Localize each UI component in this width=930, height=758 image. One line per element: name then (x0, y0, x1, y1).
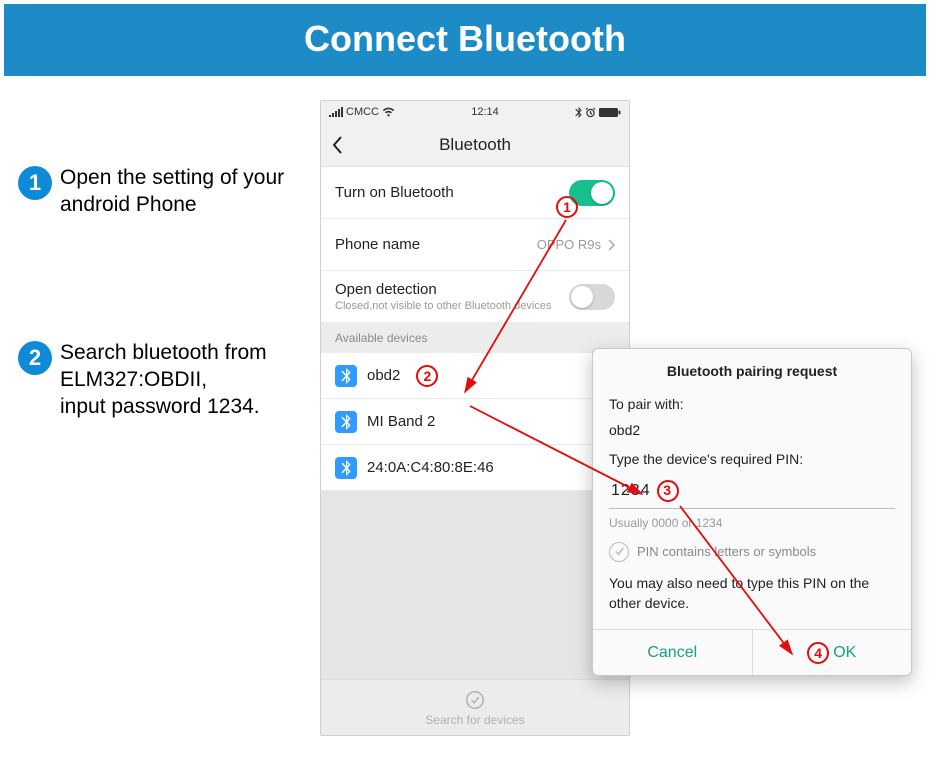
ok-button[interactable]: 4 OK (752, 630, 912, 675)
settings-list: Turn on Bluetooth Phone name OPPO R9s Op… (321, 167, 629, 323)
pin-input[interactable]: 1234 3 (609, 476, 895, 509)
battery-icon (599, 107, 621, 118)
nav-bar: Bluetooth (321, 123, 629, 167)
phone-empty-area (321, 491, 629, 679)
wifi-icon (382, 107, 395, 117)
step-number-badge: 1 (18, 166, 52, 200)
device-row-miband[interactable]: MI Band 2 (321, 399, 629, 445)
dialog-note: You may also need to type this PIN on th… (609, 574, 895, 613)
alarm-icon (585, 107, 596, 118)
bluetooth-status-icon (575, 107, 582, 118)
device-name: 24:0A:C4:80:8E:46 (367, 459, 494, 476)
carrier-label: CMCC (346, 106, 379, 118)
instruction-step-1: 1 Open the setting of your android Phone (18, 164, 308, 219)
to-pair-label: To pair with: (609, 395, 895, 415)
bluetooth-icon (335, 457, 357, 479)
row-label: Turn on Bluetooth (335, 184, 454, 201)
bluetooth-icon (335, 411, 357, 433)
device-name: obd2 (367, 367, 400, 384)
annotation-circle-2: 2 (416, 365, 438, 387)
phone-mockup: CMCC 12:14 Bluetooth Turn on Bluetooth P… (320, 100, 630, 736)
search-devices-button[interactable]: Search for devices (321, 679, 629, 735)
clock-label: 12:14 (471, 106, 499, 118)
refresh-icon (464, 689, 486, 711)
to-pair-value: obd2 (609, 421, 895, 441)
chevron-right-icon (607, 239, 615, 251)
bluetooth-icon (335, 365, 357, 387)
device-row-mac[interactable]: 24:0A:C4:80:8E:46 (321, 445, 629, 491)
row-phone-name[interactable]: Phone name OPPO R9s (321, 219, 629, 271)
status-bar: CMCC 12:14 (321, 101, 629, 123)
step-number-badge: 2 (18, 341, 52, 375)
signal-icon (329, 107, 343, 117)
annotation-circle-1: 1 (556, 196, 578, 218)
page-banner: Connect Bluetooth (4, 4, 926, 76)
detection-toggle[interactable] (569, 284, 615, 310)
instruction-step-2: 2 Search bluetooth from ELM327:OBDII, in… (18, 339, 308, 421)
step-text: Open the setting of your android Phone (60, 164, 308, 219)
device-row-obd2[interactable]: obd2 2 (321, 353, 629, 399)
dialog-title: Bluetooth pairing request (593, 349, 911, 389)
device-name: MI Band 2 (367, 413, 435, 430)
annotation-circle-3: 3 (657, 480, 679, 502)
checkbox-icon (609, 542, 629, 562)
cancel-button[interactable]: Cancel (593, 630, 752, 675)
annotation-circle-4: 4 (807, 642, 829, 664)
pairing-dialog: Bluetooth pairing request To pair with: … (592, 348, 912, 676)
pin-hint: Usually 0000 or 1234 (609, 515, 895, 532)
instructions-panel: 1 Open the setting of your android Phone… (18, 164, 308, 540)
back-icon[interactable] (331, 135, 345, 155)
pin-value: 1234 (611, 480, 651, 502)
row-turn-on-bluetooth[interactable]: Turn on Bluetooth (321, 167, 629, 219)
ok-label: OK (833, 644, 856, 662)
footer-label: Search for devices (425, 713, 524, 727)
row-open-detection[interactable]: Open detection Closed,not visible to oth… (321, 271, 629, 323)
nav-title: Bluetooth (321, 135, 629, 155)
pin-letters-checkbox-row[interactable]: PIN contains letters or symbols (609, 542, 895, 562)
pin-prompt: Type the device's required PIN: (609, 450, 895, 470)
row-label: Open detection (335, 281, 551, 298)
row-label: Phone name (335, 236, 420, 253)
phone-name-value: OPPO R9s (537, 237, 601, 252)
available-devices-header: Available devices (321, 323, 629, 353)
step-text: Search bluetooth from ELM327:OBDII, inpu… (60, 339, 308, 421)
row-sublabel: Closed,not visible to other Bluetooth de… (335, 300, 551, 312)
checkbox-label: PIN contains letters or symbols (637, 543, 816, 561)
